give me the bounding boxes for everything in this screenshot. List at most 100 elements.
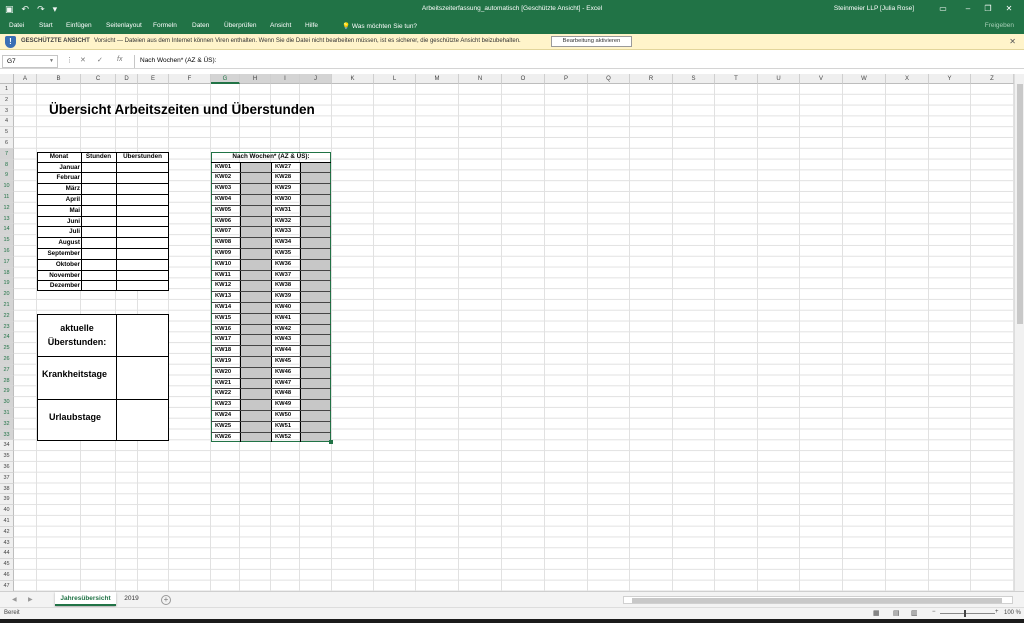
zoom-in-icon[interactable]: +: [995, 609, 999, 615]
row-header-1[interactable]: 1: [0, 84, 14, 95]
scroll-thumb[interactable]: [1017, 84, 1023, 324]
row-header-32[interactable]: 32: [0, 418, 14, 430]
row-header-11[interactable]: 11: [0, 192, 14, 203]
column-header-V[interactable]: V: [800, 74, 843, 84]
zoom-slider-thumb[interactable]: [964, 610, 966, 617]
row-header-27[interactable]: 27: [0, 364, 14, 376]
column-header-B[interactable]: B: [37, 74, 81, 84]
column-header-P[interactable]: P: [545, 74, 588, 84]
fill-handle[interactable]: [329, 440, 333, 445]
row-header-3[interactable]: 3: [0, 105, 14, 117]
row-header-40[interactable]: 40: [0, 505, 14, 516]
row-header-34[interactable]: 34: [0, 440, 14, 452]
column-header-S[interactable]: S: [673, 74, 715, 84]
week-row-line: [211, 302, 331, 303]
column-header-N[interactable]: N: [459, 74, 502, 84]
column-header-Y[interactable]: Y: [929, 74, 971, 84]
row-header-25[interactable]: 25: [0, 343, 14, 354]
row-header-24[interactable]: 24: [0, 332, 14, 344]
row-header-38[interactable]: 38: [0, 483, 14, 495]
row-header-10[interactable]: 10: [0, 181, 14, 192]
column-header-I[interactable]: I: [271, 74, 300, 84]
column-header-O[interactable]: O: [502, 74, 545, 84]
column-header-T[interactable]: T: [715, 74, 758, 84]
column-header-K[interactable]: K: [332, 74, 374, 84]
row-header-35[interactable]: 35: [0, 451, 14, 462]
row-header-7[interactable]: 7: [0, 148, 14, 160]
row-header-46[interactable]: 46: [0, 570, 14, 581]
row-header-29[interactable]: 29: [0, 386, 14, 398]
row-header-22[interactable]: 22: [0, 310, 14, 322]
row-header-19[interactable]: 19: [0, 278, 14, 290]
row-header-5[interactable]: 5: [0, 127, 14, 138]
column-header-W[interactable]: W: [843, 74, 886, 84]
prev-sheet-icon[interactable]: ◀: [12, 596, 17, 603]
row-header-31[interactable]: 31: [0, 408, 14, 419]
column-header-M[interactable]: M: [416, 74, 459, 84]
tab-jahresuebersicht[interactable]: Jahresübersicht: [55, 592, 116, 606]
horizontal-scrollbar[interactable]: [623, 596, 1013, 604]
month-table-header: Überstunden: [123, 152, 162, 160]
row-header-20[interactable]: 20: [0, 289, 14, 300]
row-header-21[interactable]: 21: [0, 300, 14, 311]
column-header-C[interactable]: C: [81, 74, 116, 84]
row-header-18[interactable]: 18: [0, 267, 14, 279]
row-header-2[interactable]: 2: [0, 94, 14, 106]
row-header-6[interactable]: 6: [0, 138, 14, 149]
column-header-H[interactable]: H: [240, 74, 271, 84]
worksheet-grid[interactable]: A B C D E F G H I J K L M N O P Q R S T U V W X Y Z 1 2 3 4 5 6 7 8 9 10 11 1…: [0, 0, 1024, 623]
row-header-12[interactable]: 12: [0, 202, 14, 214]
week-row-line: [211, 291, 331, 293]
page-break-icon[interactable]: ▥: [911, 609, 918, 617]
row-header-41[interactable]: 41: [0, 516, 14, 527]
column-header-F[interactable]: F: [169, 74, 211, 84]
week-label: KW02: [215, 174, 232, 181]
select-all-corner[interactable]: [0, 74, 14, 84]
row-header-4[interactable]: 4: [0, 116, 14, 128]
add-sheet-icon[interactable]: +: [161, 595, 171, 605]
month-label: Mai: [69, 206, 81, 214]
column-header-Q[interactable]: Q: [588, 74, 630, 84]
column-header-E[interactable]: E: [138, 74, 169, 84]
row-header-43[interactable]: 43: [0, 537, 14, 549]
column-header-G[interactable]: G: [211, 74, 240, 84]
zoom-slider[interactable]: [940, 613, 995, 614]
row-header-44[interactable]: 44: [0, 548, 14, 560]
row-header-16[interactable]: 16: [0, 246, 14, 257]
column-header-U[interactable]: U: [758, 74, 800, 84]
row-header-30[interactable]: 30: [0, 397, 14, 408]
row-header-28[interactable]: 28: [0, 375, 14, 387]
zoom-out-icon[interactable]: −: [932, 609, 936, 615]
column-header-D[interactable]: D: [116, 74, 138, 84]
page-layout-icon[interactable]: ▤: [893, 609, 900, 617]
tab-2019[interactable]: 2019: [118, 592, 145, 606]
row-header-45[interactable]: 45: [0, 559, 14, 570]
row-header-33[interactable]: 33: [0, 429, 14, 441]
row-header-23[interactable]: 23: [0, 321, 14, 333]
normal-view-icon[interactable]: ▦: [873, 609, 880, 617]
column-header-J[interactable]: J: [300, 74, 332, 84]
row-header-14[interactable]: 14: [0, 224, 14, 236]
row-header-42[interactable]: 42: [0, 526, 14, 538]
column-header-X[interactable]: X: [886, 74, 929, 84]
row-header-8[interactable]: 8: [0, 159, 14, 171]
column-header-L[interactable]: L: [374, 74, 416, 84]
column-header-R[interactable]: R: [630, 74, 673, 84]
row-header-39[interactable]: 39: [0, 494, 14, 506]
zoom-level[interactable]: 100 %: [1004, 610, 1021, 616]
row-header-15[interactable]: 15: [0, 235, 14, 246]
week-label: KW06: [215, 217, 232, 224]
row-header-37[interactable]: 37: [0, 472, 14, 484]
row-header-47[interactable]: 47: [0, 580, 14, 592]
row-header-9[interactable]: 9: [0, 170, 14, 182]
scroll-thumb[interactable]: [632, 598, 1002, 603]
next-sheet-icon[interactable]: ▶: [28, 596, 33, 603]
row-header-26[interactable]: 26: [0, 354, 14, 365]
column-header-Z[interactable]: Z: [971, 74, 1014, 84]
vertical-scrollbar[interactable]: [1014, 74, 1024, 591]
column-header-A[interactable]: A: [14, 74, 37, 84]
row-header-17[interactable]: 17: [0, 256, 14, 268]
table-row-line: [37, 215, 169, 217]
row-header-13[interactable]: 13: [0, 213, 14, 225]
row-header-36[interactable]: 36: [0, 462, 14, 473]
